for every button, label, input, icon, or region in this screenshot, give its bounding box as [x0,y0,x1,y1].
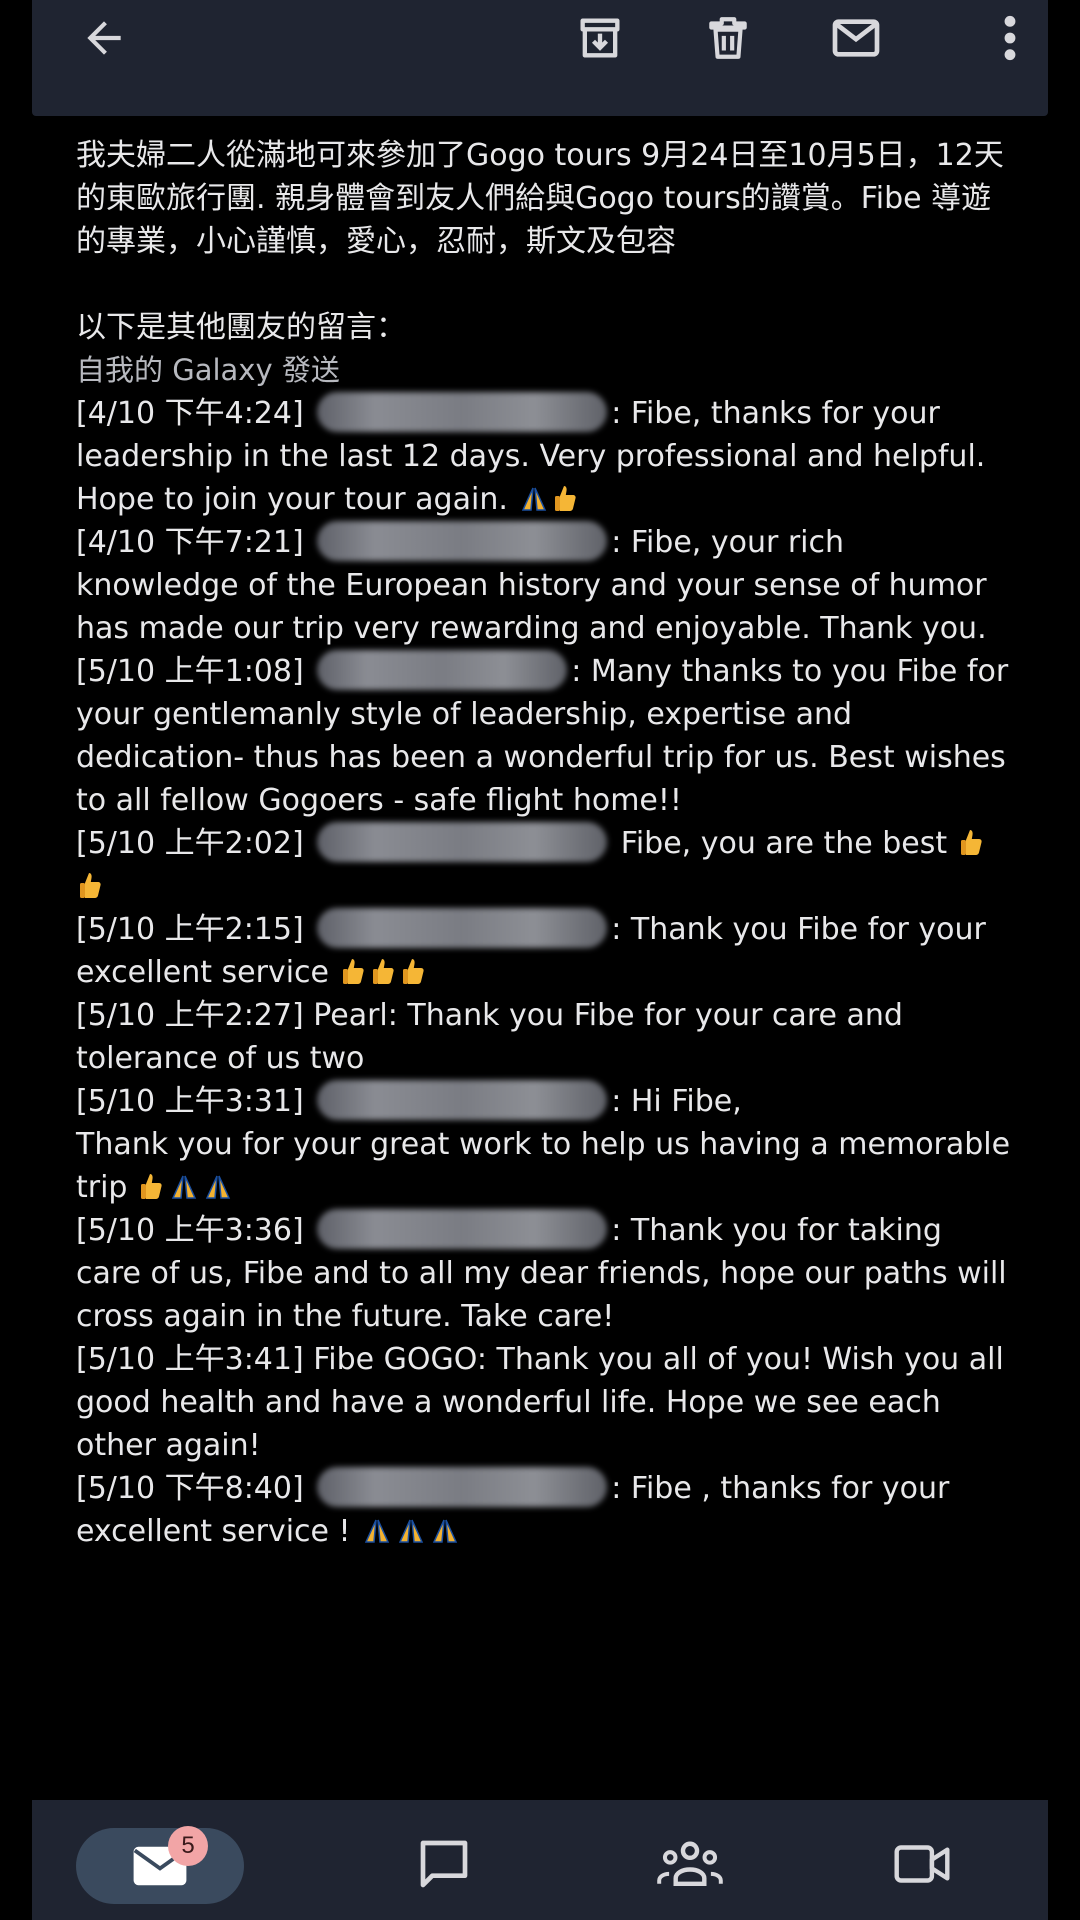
message-item: [5/10 下午8:40] : Fibe , thanks for your e… [76,1467,1016,1553]
pray-emoji-icon [205,1175,231,1199]
message-item: [4/10 下午4:24] : Fibe, thanks for your le… [76,392,1016,521]
message-time: [5/10 上午3:41] [76,1342,304,1377]
redacted-sender [317,650,568,690]
message-item: [5/10 上午1:08] : Many thanks to you Fibe … [76,650,1016,822]
message-sender: Pearl [313,998,388,1033]
more-vert-icon[interactable] [980,8,1040,68]
email-body: 我夫婦二人從滿地可來參加了Gogo tours 9月24日至10月5日，12天的… [76,134,1016,1553]
nav-chat-button[interactable] [384,1824,504,1904]
thumbs-up-emoji-icon [141,1174,162,1199]
message-item: [5/10 上午3:41] Fibe GOGO: Thank you all o… [76,1338,1016,1467]
unread-count-badge: 5 [168,1826,208,1866]
message-text: Fibe, you are the best [611,826,948,861]
message-item: [5/10 上午3:31] : Hi Fibe, Thank you for y… [76,1080,1016,1209]
message-text: : Hi Fibe, [611,1084,742,1119]
thumbs-up-emoji-icon [342,959,364,984]
message-item: [5/10 上午2:15] : Thank you Fibe for your … [76,908,1016,994]
pray-emoji-icon [171,1175,197,1199]
redacted-sender [317,1467,608,1507]
video-icon [894,1845,950,1883]
message-time: [4/10 下午4:24] [76,396,304,431]
nav-meet-button[interactable] [862,1824,982,1904]
others-heading: 以下是其他團友的留言： [76,310,406,345]
thumbs-up-emoji-icon [555,486,577,511]
message-time: [5/10 上午3:36] [76,1213,304,1248]
message-time: [5/10 上午3:31] [76,1084,304,1119]
delete-icon[interactable] [698,8,758,68]
message-sender: Fibe GOGO [313,1342,477,1377]
message-time: [5/10 下午8:40] [76,1471,304,1506]
intro-paragraph: 我夫婦二人從滿地可來參加了Gogo tours 9月24日至10月5日，12天的… [76,138,1004,259]
thumbs-up-emoji-icon [372,959,394,984]
message-time: [5/10 上午2:27] [76,998,304,1033]
bottom-navigation: 5 [32,1800,1048,1920]
pray-emoji-icon [432,1519,458,1543]
redacted-sender [317,392,608,432]
pray-emoji-icon [398,1519,424,1543]
sent-from-signature: 自我的 Galaxy 發送 [76,353,340,387]
thumbs-up-emoji-icon [960,830,982,855]
message-item: [5/10 上午3:36] : Thank you for taking car… [76,1209,1016,1338]
back-icon[interactable] [74,8,134,68]
group-icon [657,1841,723,1886]
pray-emoji-icon [522,487,547,511]
redacted-sender [317,908,608,948]
top-toolbar [32,0,1048,116]
mark-unread-icon[interactable] [826,8,886,68]
redacted-sender [317,1080,608,1120]
message-item: [5/10 上午2:27] Pearl: Thank you Fibe for … [76,994,1016,1080]
thumbs-up-emoji-icon [80,873,101,898]
archive-icon[interactable] [570,8,630,68]
nav-spaces-button[interactable] [630,1824,750,1904]
message-time: [4/10 下午7:21] [76,525,304,560]
message-item: [4/10 下午7:21] : Fibe, your rich knowledg… [76,521,1016,650]
message-time: [5/10 上午1:08] [76,654,304,689]
chat-icon [420,1840,468,1888]
redacted-sender [317,1209,608,1249]
message-time: [5/10 上午2:15] [76,912,304,947]
thumbs-up-emoji-icon [402,959,424,984]
message-time: [5/10 上午2:02] [76,826,304,861]
redacted-sender [317,521,608,561]
nav-mail-button[interactable] [76,1828,244,1904]
pray-emoji-icon [364,1519,390,1543]
message-item: [5/10 上午2:02] Fibe, you are the best [76,822,1016,908]
redacted-sender [317,822,608,862]
